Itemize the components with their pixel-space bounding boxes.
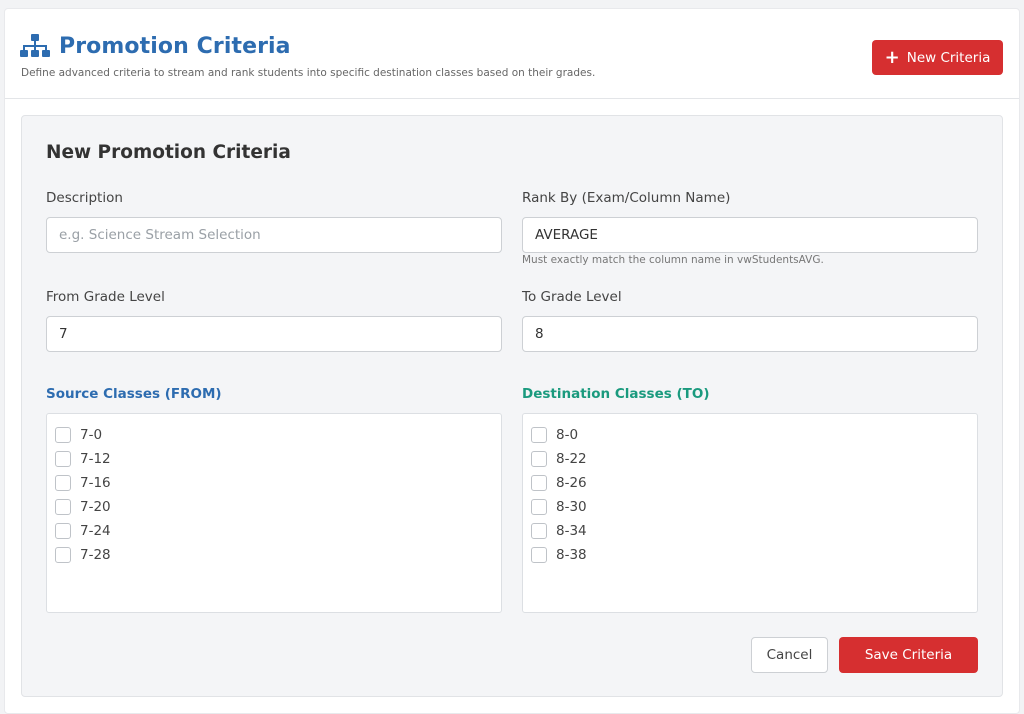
list-item[interactable]: 7-20 xyxy=(55,495,501,519)
source-class-label: 7-28 xyxy=(80,547,111,563)
destination-class-label: 8-38 xyxy=(556,547,587,563)
destination-class-checkbox[interactable] xyxy=(531,427,547,443)
source-class-label: 7-16 xyxy=(80,475,111,491)
page-header: Promotion Criteria Define advanced crite… xyxy=(5,9,1019,99)
rank-by-label: Rank By (Exam/Column Name) xyxy=(522,190,731,206)
source-class-label: 7-20 xyxy=(80,499,111,515)
list-item[interactable]: 8-38 xyxy=(531,543,977,567)
promotion-criteria-panel: Promotion Criteria Define advanced crite… xyxy=(4,8,1020,714)
destination-class-label: 8-34 xyxy=(556,523,587,539)
to-grade-label: To Grade Level xyxy=(522,289,622,305)
destination-class-checkbox[interactable] xyxy=(531,523,547,539)
source-class-checkbox[interactable] xyxy=(55,451,71,467)
new-criteria-label: New Criteria xyxy=(906,49,991,66)
destination-class-checkbox[interactable] xyxy=(531,499,547,515)
destination-class-checkbox[interactable] xyxy=(531,475,547,491)
list-item[interactable]: 8-0 xyxy=(531,423,977,447)
new-criteria-form: New Promotion Criteria Description Rank … xyxy=(21,115,1003,697)
save-criteria-button[interactable]: Save Criteria xyxy=(839,637,978,673)
destination-class-label: 8-26 xyxy=(556,475,587,491)
description-label: Description xyxy=(46,190,123,206)
description-input[interactable] xyxy=(46,217,502,253)
list-item[interactable]: 7-12 xyxy=(55,447,501,471)
destination-class-label: 8-22 xyxy=(556,451,587,467)
list-item[interactable]: 7-28 xyxy=(55,543,501,567)
source-class-checkbox[interactable] xyxy=(55,499,71,515)
list-item[interactable]: 8-30 xyxy=(531,495,977,519)
new-criteria-button[interactable]: + New Criteria xyxy=(872,40,1003,75)
list-item[interactable]: 7-24 xyxy=(55,519,501,543)
destination-class-label: 8-30 xyxy=(556,499,587,515)
destination-class-checkbox[interactable] xyxy=(531,547,547,563)
rank-by-hint: Must exactly match the column name in vw… xyxy=(522,254,824,266)
source-class-checkbox[interactable] xyxy=(55,523,71,539)
list-item[interactable]: 7-16 xyxy=(55,471,501,495)
list-item[interactable]: 8-34 xyxy=(531,519,977,543)
source-class-checkbox[interactable] xyxy=(55,475,71,491)
source-classes-label: Source Classes (FROM) xyxy=(46,386,222,402)
list-item[interactable]: 7-0 xyxy=(55,423,501,447)
form-title: New Promotion Criteria xyxy=(46,142,291,163)
destination-class-checkbox[interactable] xyxy=(531,451,547,467)
page-subtitle: Define advanced criteria to stream and r… xyxy=(21,67,596,79)
source-class-label: 7-0 xyxy=(80,427,103,443)
rank-by-input[interactable] xyxy=(522,217,978,253)
source-class-checkbox[interactable] xyxy=(55,427,71,443)
source-classes-list: 7-0 7-12 7-16 7-20 7-24 7-28 xyxy=(46,413,502,613)
list-item[interactable]: 8-26 xyxy=(531,471,977,495)
destination-class-label: 8-0 xyxy=(556,427,579,443)
title-row: Promotion Criteria xyxy=(20,33,291,59)
plus-icon: + xyxy=(884,46,900,68)
sitemap-icon xyxy=(20,34,50,57)
destination-classes-label: Destination Classes (TO) xyxy=(522,386,710,402)
from-grade-input[interactable] xyxy=(46,316,502,352)
cancel-button[interactable]: Cancel xyxy=(751,637,828,673)
to-grade-input[interactable] xyxy=(522,316,978,352)
list-item[interactable]: 8-22 xyxy=(531,447,977,471)
from-grade-label: From Grade Level xyxy=(46,289,165,305)
destination-classes-list: 8-0 8-22 8-26 8-30 8-34 8-38 xyxy=(522,413,978,613)
source-class-checkbox[interactable] xyxy=(55,547,71,563)
page-title: Promotion Criteria xyxy=(59,33,291,59)
source-class-label: 7-12 xyxy=(80,451,111,467)
source-class-label: 7-24 xyxy=(80,523,111,539)
